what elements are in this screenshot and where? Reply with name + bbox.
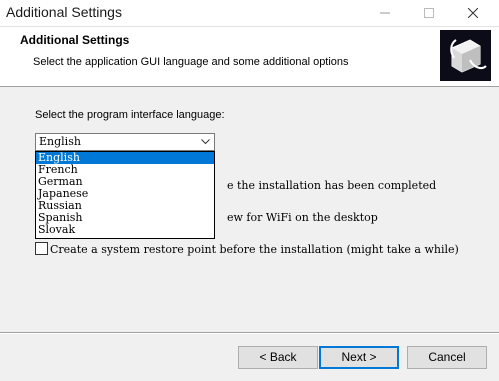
header-subtitle: Select the application GUI language and … (33, 56, 349, 68)
close-icon (468, 8, 478, 18)
chevron-down-icon (201, 139, 210, 145)
header-title: Additional Settings (20, 33, 130, 47)
cancel-button[interactable]: Cancel (407, 346, 487, 369)
next-button[interactable]: Next > (319, 346, 399, 369)
title-bar: Additional Settings (0, 0, 499, 27)
footer-divider (0, 332, 499, 334)
option-wifi-desktop-label[interactable]: ew for WiFi on the desktop (227, 211, 378, 224)
restore-point-label[interactable]: Create a system restore point before the… (50, 243, 459, 256)
language-select[interactable]: English (35, 133, 215, 151)
language-dropdown-list: English French German Japanese Russian S… (35, 151, 215, 239)
maximize-icon (424, 8, 434, 18)
restore-point-checkbox[interactable] (35, 242, 48, 255)
language-option-slovak[interactable]: Slovak (36, 224, 214, 236)
window-title: Additional Settings (6, 4, 122, 20)
close-button[interactable] (451, 0, 495, 26)
minimize-icon (380, 12, 390, 14)
language-label: Select the program interface language: (35, 109, 225, 121)
language-select-value: English (39, 135, 81, 148)
minimize-button[interactable] (363, 0, 407, 26)
maximize-button[interactable] (407, 0, 451, 26)
back-button[interactable]: < Back (238, 346, 318, 369)
installer-logo-icon (440, 30, 491, 81)
option-launch-after-install-label[interactable]: e the installation has been completed (227, 179, 436, 192)
wizard-header: Additional Settings Select the applicati… (0, 27, 499, 87)
